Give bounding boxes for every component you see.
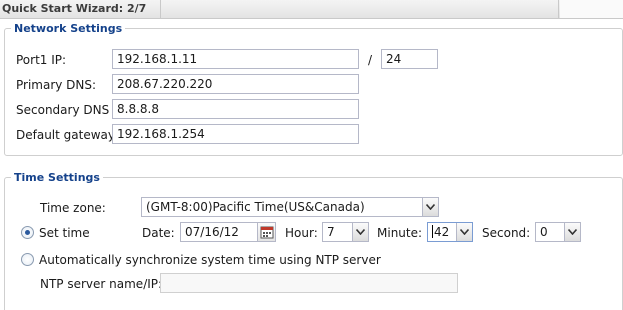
date-input[interactable]: 07/16/12 — [180, 222, 276, 242]
calendar-icon — [260, 226, 274, 239]
minute-dropdown-button[interactable] — [456, 223, 472, 241]
minute-value: 42 — [434, 225, 450, 239]
hour-dropdown-button[interactable] — [352, 223, 368, 241]
time-zone-value: (GMT-8:00)Pacific Time(US&Canada) — [146, 200, 365, 214]
time-zone-select[interactable]: (GMT-8:00)Pacific Time(US&Canada) — [141, 197, 439, 217]
default-gateway-input[interactable]: 192.168.1.254 — [112, 124, 359, 144]
second-select[interactable]: 0 — [535, 222, 581, 242]
set-time-label: Set time — [39, 226, 90, 240]
primary-dns-label: Primary DNS: — [16, 78, 97, 92]
wizard-title-bar: Quick Start Wizard: 2/7 — [0, 0, 623, 19]
ntp-server-input[interactable] — [160, 273, 458, 293]
port1-ip-input[interactable]: 192.168.1.11 — [112, 49, 359, 69]
ntp-server-label: NTP server name/IP: — [40, 277, 163, 291]
second-value: 0 — [540, 225, 548, 239]
network-settings-legend: Network Settings — [14, 22, 123, 35]
secondary-dns-label: Secondary DNS — [16, 103, 110, 117]
hour-select[interactable]: 7 — [322, 222, 369, 242]
primary-dns-input[interactable]: 208.67.220.220 — [112, 74, 359, 94]
time-settings-legend: Time Settings — [14, 171, 100, 184]
time-zone-dropdown-button[interactable] — [422, 198, 438, 216]
chevron-down-icon — [568, 229, 577, 235]
date-label: Date: — [142, 226, 175, 240]
ntp-sync-label: Automatically synchronize system time us… — [39, 253, 381, 267]
text-cursor — [432, 225, 433, 238]
wizard-title: Quick Start Wizard: 2/7 — [2, 2, 147, 15]
hour-label: Hour: — [285, 226, 318, 240]
ntp-sync-radio[interactable] — [21, 253, 34, 266]
prefix-slash: / — [368, 53, 373, 67]
chevron-down-icon — [426, 204, 435, 210]
hour-value: 7 — [327, 225, 335, 239]
second-label: Second: — [482, 226, 531, 240]
second-dropdown-button[interactable] — [564, 223, 580, 241]
minute-label: Minute: — [377, 226, 423, 240]
default-gateway-label: Default gateway: — [16, 128, 119, 142]
port1-ip-label: Port1 IP: — [16, 53, 67, 67]
date-value: 07/16/12 — [185, 225, 239, 239]
minute-select[interactable]: 42 — [427, 222, 473, 242]
title-right-pane — [560, 0, 623, 18]
secondary-dns-input[interactable]: 8.8.8.8 — [112, 99, 359, 119]
time-zone-label: Time zone: — [40, 201, 106, 215]
chevron-down-icon — [356, 229, 365, 235]
chevron-down-icon — [460, 229, 469, 235]
title-divider — [160, 0, 161, 18]
prefix-length-input[interactable]: 24 — [381, 49, 438, 69]
set-time-radio[interactable] — [21, 226, 34, 239]
title-divider — [558, 0, 559, 18]
date-picker-button[interactable] — [257, 223, 275, 241]
